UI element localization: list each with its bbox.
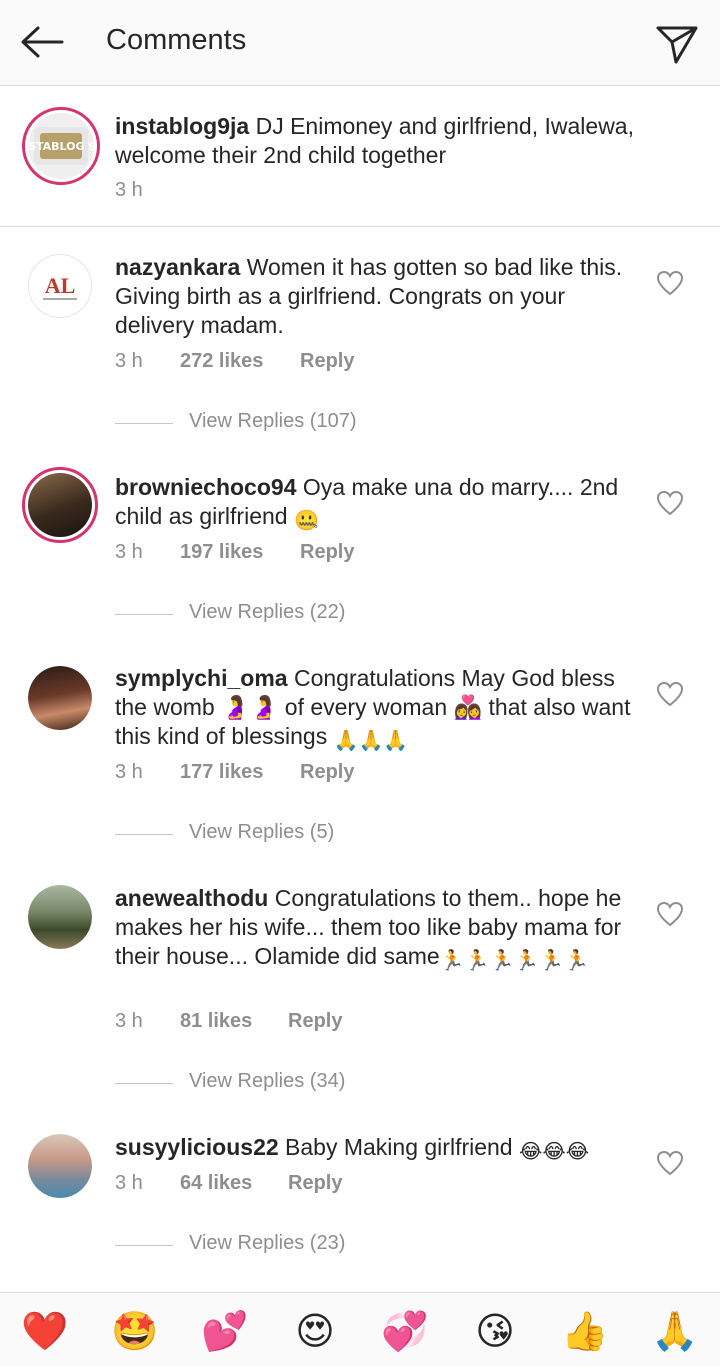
- avatar[interactable]: [28, 885, 92, 949]
- page-title: Comments: [106, 24, 247, 56]
- view-replies-button[interactable]: View Replies (5): [115, 821, 415, 847]
- like-comment-button[interactable]: [656, 901, 684, 927]
- avatar-photo: [28, 885, 92, 949]
- comment-text: susyylicious22 Baby Making girlfriend 😂😂…: [115, 1133, 643, 1162]
- back-button[interactable]: [18, 22, 66, 62]
- emoji-heart-button[interactable]: ❤️: [20, 1309, 70, 1355]
- view-replies-button[interactable]: View Replies (22): [115, 601, 415, 627]
- comment-username[interactable]: browniechoco94: [115, 474, 296, 500]
- like-comment-button[interactable]: [656, 490, 684, 516]
- replies-divider: [115, 834, 173, 835]
- comment-text: symplychi_oma Congratulations May God bl…: [115, 664, 643, 751]
- like-comment-button[interactable]: [656, 681, 684, 707]
- send-icon: [656, 26, 698, 64]
- avatar-logo-text: INSTABLOG 9ja: [28, 140, 94, 153]
- comment-time: 3 h: [115, 1172, 143, 1194]
- avatar-photo: [28, 666, 92, 730]
- likes-count[interactable]: 177 likes: [180, 761, 263, 784]
- view-replies-label: View Replies (22): [189, 601, 346, 623]
- comment-time: 3 h: [115, 761, 143, 783]
- emoji-two-hearts-button[interactable]: 💕: [200, 1309, 250, 1355]
- emoji-star-eyes-button[interactable]: 🤩: [110, 1309, 160, 1355]
- likes-count[interactable]: 64 likes: [180, 1172, 252, 1195]
- replies-divider: [115, 614, 173, 615]
- comment-time: 3 h: [115, 350, 143, 372]
- avatar[interactable]: INSTABLOG 9ja: [22, 107, 100, 185]
- reply-button[interactable]: Reply: [288, 1010, 342, 1033]
- comment-time: 3 h: [115, 541, 143, 563]
- reply-button[interactable]: Reply: [300, 541, 354, 564]
- avatar[interactable]: AL: [28, 254, 92, 318]
- tears-of-joy-emoji: 😂😂😂: [519, 1141, 590, 1163]
- avatar[interactable]: [22, 467, 98, 543]
- caption-text: instablog9ja DJ Enimoney and girlfriend,…: [115, 112, 643, 170]
- folded-hands-emoji: 🙏🙏🙏: [333, 730, 409, 752]
- quick-emoji-bar: ❤️ 🤩 💕 😍 💞 😘 👍 🙏: [0, 1292, 720, 1366]
- emoji-heart-eyes-button[interactable]: 😍: [290, 1309, 340, 1355]
- view-replies-button[interactable]: View Replies (23): [115, 1232, 415, 1258]
- comment-time: 3 h: [115, 1010, 143, 1032]
- reply-button[interactable]: Reply: [300, 350, 354, 373]
- emoji-revolving-hearts-button[interactable]: 💞: [380, 1309, 430, 1355]
- comment-username[interactable]: symplychi_oma: [115, 665, 288, 691]
- instablog-logo-icon: INSTABLOG 9ja: [28, 127, 94, 165]
- comment-text: anewealthodu Congratulations to them.. h…: [115, 884, 643, 971]
- comment-username[interactable]: anewealthodu: [115, 885, 268, 911]
- comment-username[interactable]: susyylicious22: [115, 1134, 279, 1160]
- view-replies-button[interactable]: View Replies (34): [115, 1070, 415, 1096]
- al-logo-icon: AL: [43, 273, 77, 300]
- avatar-photo: [28, 1134, 92, 1198]
- post-caption: INSTABLOG 9ja instablog9ja DJ Enimoney a…: [0, 87, 720, 227]
- heart-outline-icon: [656, 490, 684, 516]
- app-header: Comments: [0, 0, 720, 86]
- view-replies-label: View Replies (34): [189, 1070, 346, 1092]
- emoji-folded-hands-button[interactable]: 🙏: [650, 1309, 700, 1355]
- avatar-photo: [28, 473, 92, 537]
- likes-count[interactable]: 81 likes: [180, 1010, 252, 1033]
- like-comment-button[interactable]: [656, 1150, 684, 1176]
- avatar-logo-text: AL: [45, 273, 76, 298]
- replies-divider: [115, 1245, 173, 1246]
- comment-text: nazyankara Women it has gotten so bad li…: [115, 253, 643, 340]
- reply-button[interactable]: Reply: [300, 761, 354, 784]
- caption-username[interactable]: instablog9ja: [115, 113, 249, 139]
- emoji-kiss-button[interactable]: 😘: [470, 1309, 520, 1355]
- like-comment-button[interactable]: [656, 270, 684, 296]
- likes-count[interactable]: 197 likes: [180, 541, 263, 564]
- comment-text: browniechoco94 Oya make una do marry....…: [115, 473, 643, 531]
- caption-time: 3 h: [115, 179, 143, 201]
- heart-outline-icon: [656, 681, 684, 707]
- view-replies-button[interactable]: View Replies (107): [115, 410, 415, 436]
- comment-body: Baby Making girlfriend: [278, 1134, 519, 1160]
- reply-button[interactable]: Reply: [288, 1172, 342, 1195]
- avatar[interactable]: [28, 1134, 92, 1198]
- view-replies-label: View Replies (107): [189, 410, 357, 432]
- likes-count[interactable]: 272 likes: [180, 350, 263, 373]
- comment-username[interactable]: nazyankara: [115, 254, 240, 280]
- running-emoji: 🏃🏃🏃🏃🏃🏃: [439, 950, 590, 972]
- heart-outline-icon: [656, 270, 684, 296]
- heart-outline-icon: [656, 1150, 684, 1176]
- emoji-thumbs-up-button[interactable]: 👍: [560, 1309, 610, 1355]
- replies-divider: [115, 423, 173, 424]
- view-replies-label: View Replies (5): [189, 821, 335, 843]
- zipper-mouth-emoji: 🤐: [293, 510, 319, 532]
- heart-outline-icon: [656, 901, 684, 927]
- view-replies-label: View Replies (23): [189, 1232, 346, 1254]
- share-button[interactable]: [654, 20, 700, 66]
- avatar[interactable]: [28, 666, 92, 730]
- replies-divider: [115, 1083, 173, 1084]
- back-arrow-icon: [21, 26, 64, 58]
